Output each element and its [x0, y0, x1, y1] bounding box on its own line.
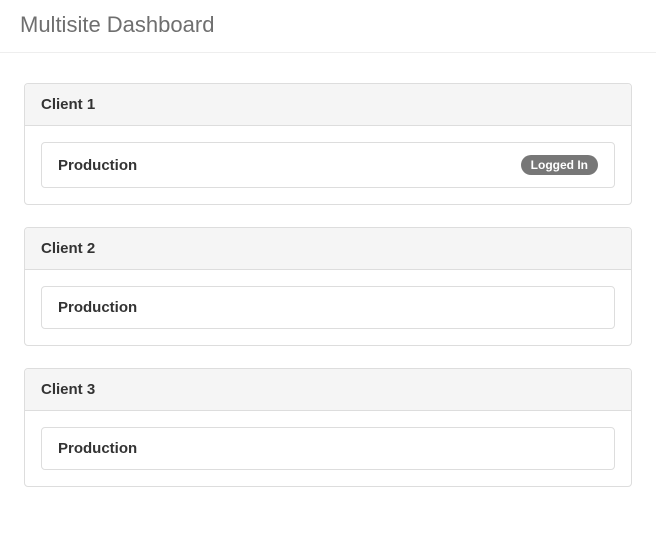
environment-name: Production — [58, 299, 137, 316]
environment-item[interactable]: Production — [42, 287, 614, 328]
client-name: Client 2 — [41, 240, 615, 257]
environment-item[interactable]: Production — [42, 428, 614, 469]
page-header: Multisite Dashboard — [0, 0, 656, 53]
client-name: Client 3 — [41, 381, 615, 398]
client-panel: Client 1 Production Logged In — [24, 83, 632, 205]
environment-item[interactable]: Production Logged In — [42, 143, 614, 187]
client-name: Client 1 — [41, 96, 615, 113]
client-panel: Client 2 Production — [24, 227, 632, 346]
panel-body: Production — [25, 270, 631, 345]
content: Client 1 Production Logged In Client 2 P… — [0, 53, 656, 487]
environment-name: Production — [58, 157, 137, 174]
page-title: Multisite Dashboard — [20, 12, 636, 38]
environment-list: Production — [41, 427, 615, 470]
environment-list: Production — [41, 286, 615, 329]
status-badge: Logged In — [521, 155, 598, 175]
environment-list: Production Logged In — [41, 142, 615, 188]
panel-heading: Client 3 — [25, 369, 631, 411]
environment-name: Production — [58, 440, 137, 457]
panel-body: Production Logged In — [25, 126, 631, 204]
panel-heading: Client 1 — [25, 84, 631, 126]
panel-heading: Client 2 — [25, 228, 631, 270]
client-panel: Client 3 Production — [24, 368, 632, 487]
panel-body: Production — [25, 411, 631, 486]
